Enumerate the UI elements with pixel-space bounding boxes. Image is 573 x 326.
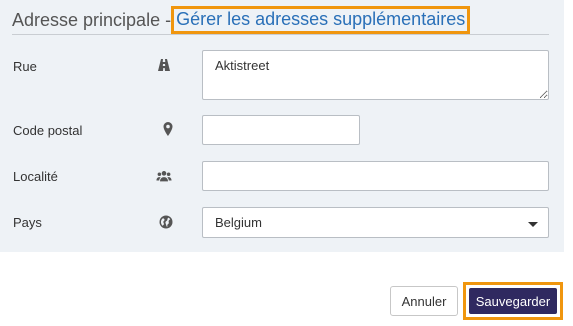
form-header: Adresse principale - Gérer les adresses …	[12, 5, 471, 35]
save-button-highlight: Sauvegarder	[463, 282, 563, 320]
globe-icon	[157, 213, 175, 231]
street-label: Rue	[13, 59, 37, 74]
postal-code-input[interactable]	[202, 115, 360, 145]
postal-code-label: Code postal	[13, 123, 83, 138]
locality-input[interactable]	[202, 161, 549, 191]
header-divider	[12, 34, 549, 35]
locality-label: Localité	[13, 169, 58, 184]
cancel-button[interactable]: Annuler	[390, 286, 458, 316]
page-title: Adresse principale -	[12, 9, 172, 30]
country-selected-value: Belgium	[215, 215, 262, 230]
street-input[interactable]: Aktistreet	[202, 50, 549, 100]
users-icon	[155, 167, 173, 185]
manage-addresses-link[interactable]: Gérer les adresses supplémentaires	[171, 6, 471, 34]
chevron-down-icon	[528, 222, 538, 227]
address-form-panel: Adresse principale - Gérer les adresses …	[0, 0, 564, 252]
country-select[interactable]: Belgium	[202, 207, 549, 238]
country-label: Pays	[13, 215, 42, 230]
map-marker-icon	[159, 120, 177, 138]
save-button[interactable]: Sauvegarder	[469, 288, 557, 314]
road-icon	[155, 56, 173, 74]
